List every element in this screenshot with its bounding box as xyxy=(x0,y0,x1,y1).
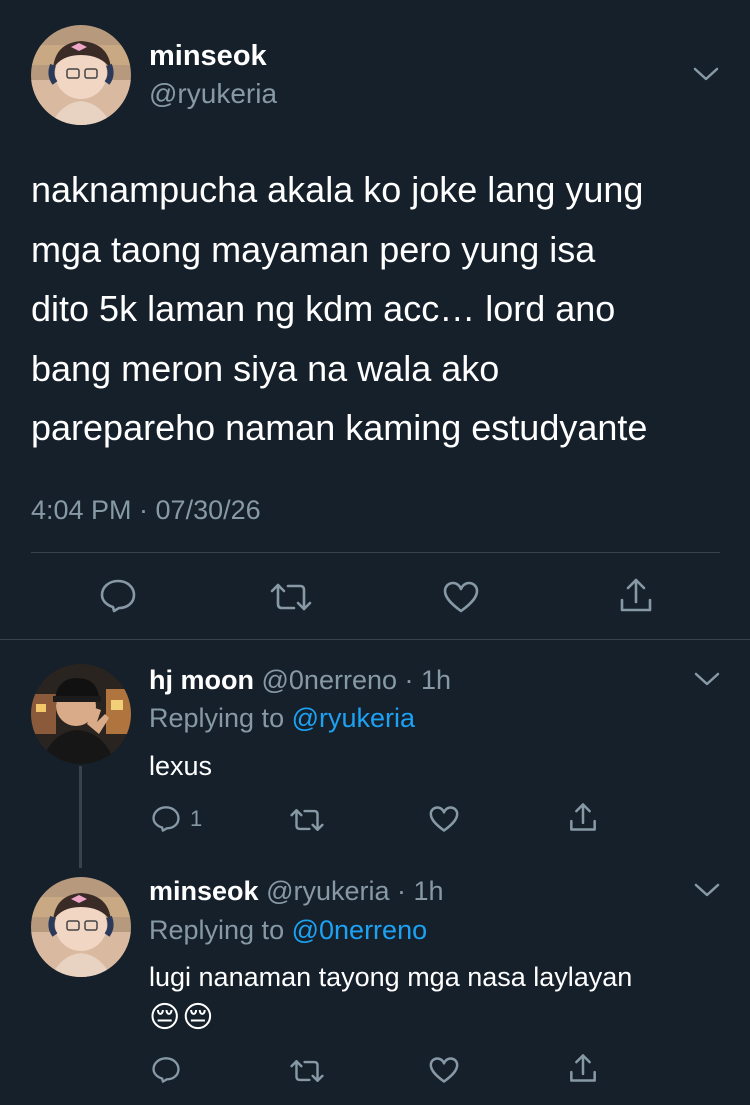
divider xyxy=(31,552,720,553)
share-icon[interactable] xyxy=(567,1052,599,1084)
reply-header: minseok @ryukeria · 1h xyxy=(149,876,444,907)
display-name[interactable]: minseok xyxy=(149,40,267,73)
display-name[interactable]: minseok xyxy=(149,876,259,906)
replying-to: Replying to @ryukeria xyxy=(149,703,415,734)
tweet-text-line: naknampucha akala ko joke lang yung xyxy=(31,169,644,210)
tweet-text-line: parepareho naman kaming estudyante xyxy=(31,407,648,448)
reply-count: 1 xyxy=(190,806,203,831)
tweet-text: naknampucha akala ko joke lang yung mga … xyxy=(31,160,741,458)
timestamp[interactable]: 4:04 PM · 07/30/26 xyxy=(31,495,261,526)
thread-line xyxy=(79,766,82,868)
chevron-down-icon[interactable] xyxy=(693,66,719,82)
handle[interactable]: @ryukeria xyxy=(149,78,277,110)
replying-prefix: Replying to xyxy=(149,915,285,945)
reply-text: lexus xyxy=(149,751,213,781)
handle-time[interactable]: @ryukeria · 1h xyxy=(266,876,443,906)
replying-to: Replying to @0nerreno xyxy=(149,915,427,946)
reply-icon[interactable] xyxy=(151,805,181,833)
reply-icon[interactable] xyxy=(151,1056,181,1084)
handle-time[interactable]: @0nerreno · 1h xyxy=(262,665,452,695)
mention-link[interactable]: @0nerreno xyxy=(292,915,428,945)
chevron-down-icon[interactable] xyxy=(694,882,720,898)
avatar[interactable] xyxy=(31,664,131,764)
tweet-text-line: bang meron siya na wala ako xyxy=(31,347,500,389)
like-icon[interactable] xyxy=(428,1056,460,1084)
emoji: 😔😔 xyxy=(149,1001,216,1034)
chevron-down-icon[interactable] xyxy=(694,671,720,687)
share-icon[interactable] xyxy=(567,801,599,833)
replying-prefix: Replying to xyxy=(149,703,285,733)
reply-header: hj moon @0nerreno · 1h xyxy=(149,665,451,696)
like-icon[interactable] xyxy=(441,579,481,615)
avatar[interactable] xyxy=(31,25,131,125)
retweet-icon[interactable] xyxy=(290,806,324,834)
share-icon[interactable] xyxy=(616,575,656,615)
tweet-text-line: dito 5k laman ng kdm acc… lord ano xyxy=(31,288,616,329)
avatar[interactable] xyxy=(31,877,131,977)
mention-link[interactable]: @ryukeria xyxy=(292,703,415,733)
retweet-icon[interactable] xyxy=(290,1057,324,1085)
reply-text: lugi nanaman tayong mga nasa laylayan xyxy=(149,962,633,992)
like-icon[interactable] xyxy=(428,805,460,833)
display-name[interactable]: hj moon xyxy=(149,665,254,695)
tweet-text-line: mga taong mayaman pero yung isa xyxy=(31,228,596,270)
reply-icon[interactable] xyxy=(98,578,138,614)
section-divider xyxy=(0,639,750,640)
retweet-icon[interactable] xyxy=(270,580,312,614)
